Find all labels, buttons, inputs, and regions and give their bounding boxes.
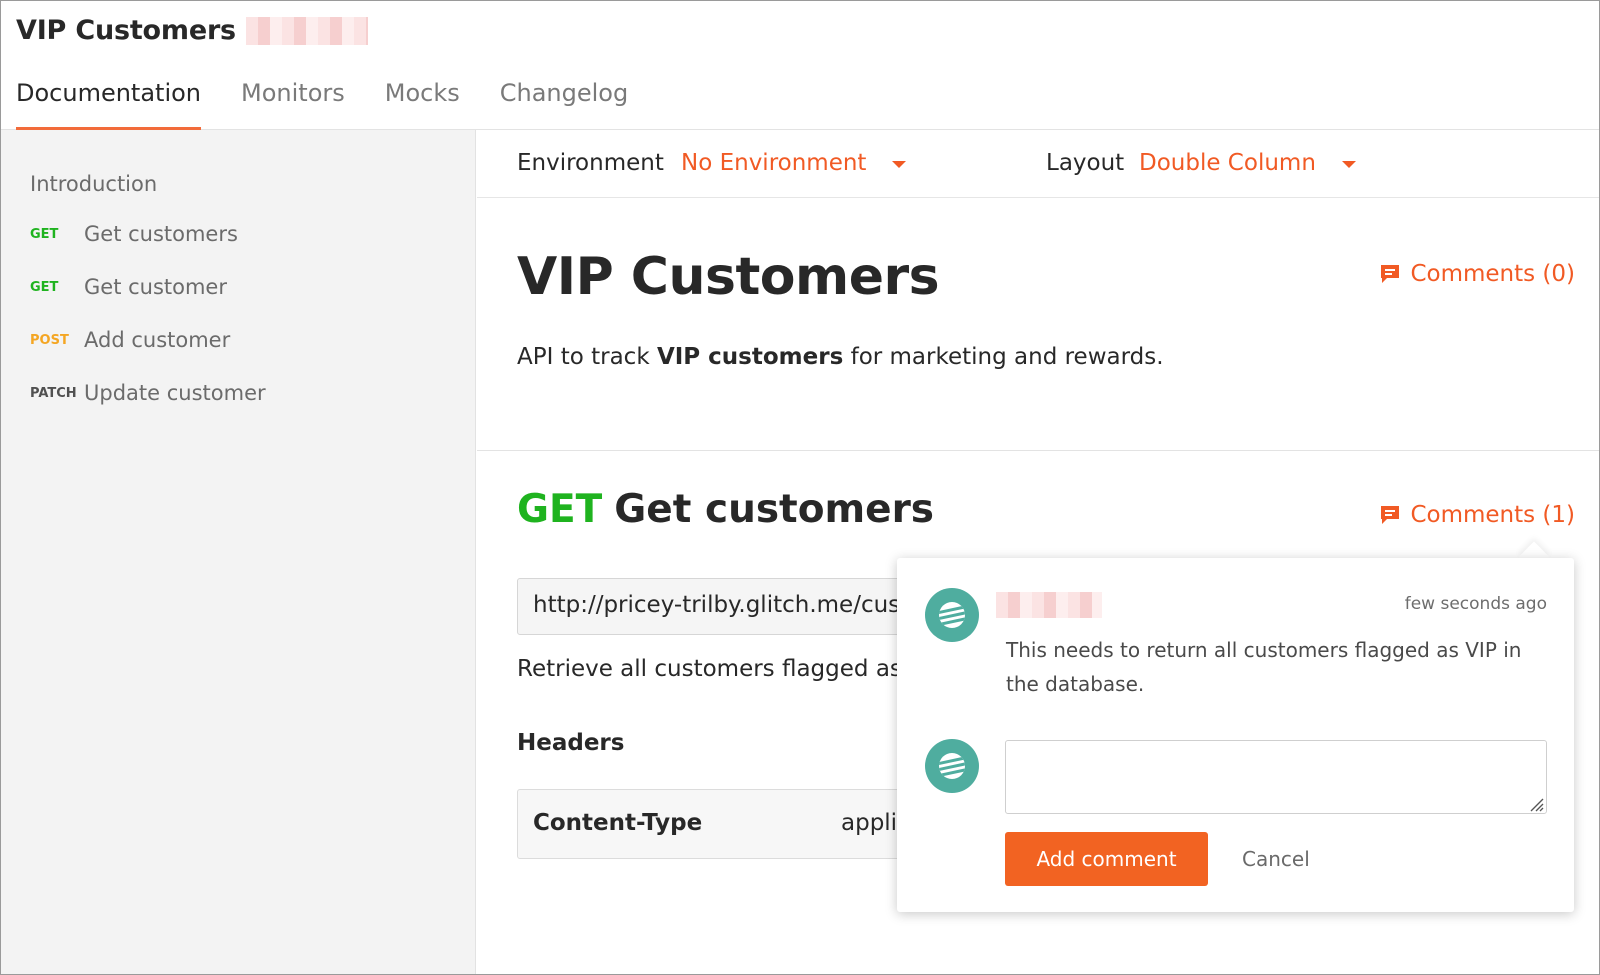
request-method: GET xyxy=(517,487,603,532)
sidebar-item-label: Get customers xyxy=(84,222,238,246)
tab-changelog[interactable]: Changelog xyxy=(500,79,628,130)
tab-monitors[interactable]: Monitors xyxy=(241,79,345,130)
header: VIP Customers Documentation Monitors Moc… xyxy=(1,1,1599,130)
avatar-globe-icon xyxy=(939,753,965,779)
sidebar-item-get-customers[interactable]: GET Get customers xyxy=(30,222,238,246)
method-badge: GET xyxy=(30,279,59,295)
method-badge: GET xyxy=(30,226,59,242)
sidebar-item-add-customer[interactable]: POST Add customer xyxy=(30,328,230,352)
layout-value: Double Column xyxy=(1139,150,1316,176)
method-badge: POST xyxy=(30,332,69,348)
desc-bold-text: VIP customers xyxy=(656,344,844,370)
environment-label: Environment xyxy=(517,150,664,176)
tab-documentation[interactable]: Documentation xyxy=(16,79,202,130)
sidebar-item-get-customer[interactable]: GET Get customer xyxy=(30,275,227,299)
app-title: VIP Customers xyxy=(16,15,236,46)
redacted-owner xyxy=(245,16,368,45)
environment-dropdown[interactable]: No Environment xyxy=(681,150,907,176)
comment-input[interactable] xyxy=(1005,740,1547,814)
comment-icon xyxy=(1381,506,1400,524)
collection-comments-button[interactable]: Comments (0) xyxy=(1379,261,1575,287)
app-window: VIP Customers Documentation Monitors Moc… xyxy=(0,0,1600,975)
sidebar-item-update-customer[interactable]: PATCH Update customer xyxy=(30,381,266,405)
chevron-down-icon xyxy=(1341,160,1356,168)
section-divider xyxy=(477,450,1599,451)
comment-popover: few seconds ago This needs to return all… xyxy=(897,558,1574,912)
request-comments-button[interactable]: Comments (1) xyxy=(1379,502,1575,528)
request-name: Get customers xyxy=(614,487,935,532)
add-comment-button[interactable]: Add comment xyxy=(1005,832,1208,886)
comments-count-label: Comments (0) xyxy=(1410,261,1575,287)
sidebar: Introduction GET Get customers GET Get c… xyxy=(1,130,476,974)
avatar xyxy=(925,588,979,642)
comment-icon xyxy=(1381,265,1400,283)
resize-handle-icon[interactable] xyxy=(1528,796,1544,812)
redacted-author-name xyxy=(996,592,1102,618)
sidebar-item-introduction[interactable]: Introduction xyxy=(30,172,157,196)
avatar xyxy=(925,739,979,793)
collection-description: API to track VIP customers for marketing… xyxy=(517,344,1164,370)
cancel-button[interactable]: Cancel xyxy=(1230,832,1322,886)
sidebar-item-label: Add customer xyxy=(84,328,231,352)
desc-text: for marketing and rewards. xyxy=(843,344,1164,370)
avatar-globe-icon xyxy=(939,602,965,628)
method-badge: PATCH xyxy=(30,385,77,401)
layout-dropdown[interactable]: Double Column xyxy=(1139,150,1356,176)
layout-label: Layout xyxy=(1046,150,1125,176)
sidebar-item-label: Get customer xyxy=(84,275,227,299)
comment-body: This needs to return all customers flagg… xyxy=(1006,638,1522,696)
chevron-down-icon xyxy=(892,160,907,168)
desc-text: API to track xyxy=(517,344,657,370)
request-title: GET Get customers xyxy=(517,487,934,532)
header-key: Content-Type xyxy=(533,810,703,836)
tab-bar: Documentation Monitors Mocks Changelog xyxy=(16,79,668,130)
comments-count-label: Comments (1) xyxy=(1410,502,1575,528)
sidebar-item-label: Update customer xyxy=(84,381,266,405)
tab-mocks[interactable]: Mocks xyxy=(385,79,460,130)
title-row: VIP Customers xyxy=(16,15,368,46)
request-description: Retrieve all customers flagged as VIP xyxy=(517,656,946,682)
toolbar: Environment No Environment Layout Double… xyxy=(477,130,1599,198)
page-title: VIP Customers xyxy=(517,247,940,307)
comment-timestamp: few seconds ago xyxy=(1404,594,1547,614)
environment-value: No Environment xyxy=(681,150,867,176)
headers-heading: Headers xyxy=(517,730,625,756)
